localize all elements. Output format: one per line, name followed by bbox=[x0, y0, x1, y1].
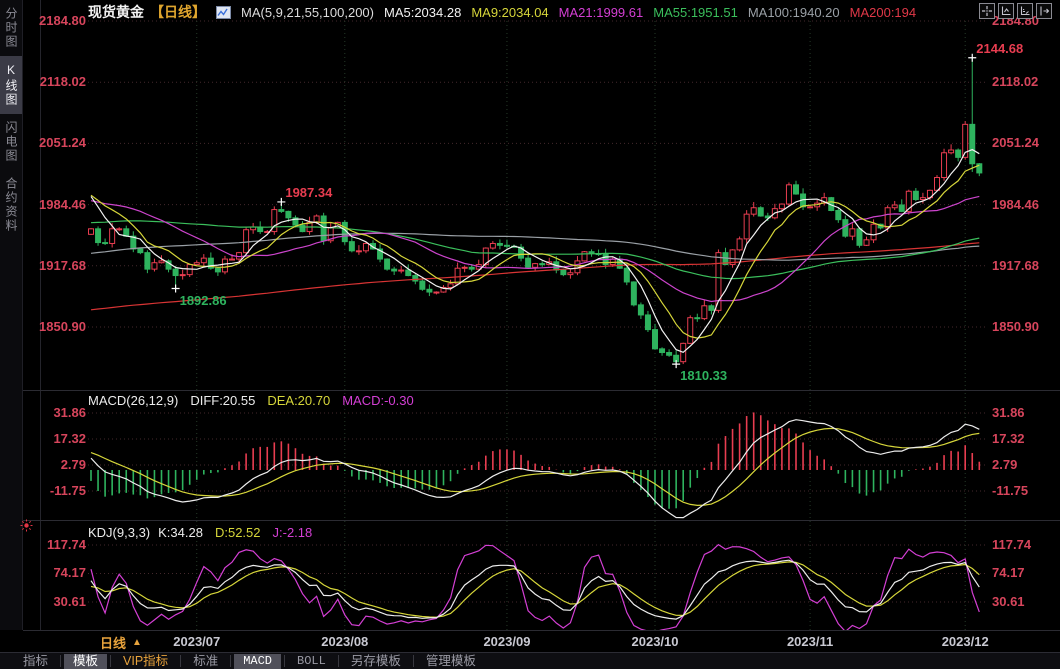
macd-tick-left: 2.79 bbox=[30, 458, 86, 472]
tab-template[interactable]: 模板 bbox=[64, 654, 107, 669]
ma5-value: MA5:2034.28 bbox=[384, 5, 461, 20]
tab-divider bbox=[413, 655, 414, 667]
sidebar-item-kline-chart[interactable]: K线图 bbox=[0, 56, 22, 114]
sidebar-item-time-chart[interactable]: 分时图 bbox=[0, 0, 22, 56]
indicator-tab-bar: 指标 模板 VIP指标 标准 MACD BOLL 另存模板 管理模板 bbox=[0, 652, 1060, 669]
chart-toolbar bbox=[979, 3, 1052, 19]
x-axis-month-label: 2023/12 bbox=[942, 634, 989, 649]
macd-dea-value: DEA:20.70 bbox=[267, 393, 330, 408]
tab-macd[interactable]: MACD bbox=[234, 654, 281, 669]
price-tick-left: 2118.02 bbox=[30, 75, 86, 89]
kdj-k-value: K:34.28 bbox=[158, 525, 203, 540]
tab-indicator[interactable]: 指标 bbox=[14, 654, 57, 669]
price-tick-left: 2051.24 bbox=[30, 136, 86, 150]
price-annotation: 1892.86 bbox=[180, 293, 227, 308]
tab-divider bbox=[110, 655, 111, 667]
price-tick-right: 2118.02 bbox=[992, 75, 1054, 89]
ma21-value: MA21:1999.61 bbox=[559, 5, 644, 20]
indicator-alert-icon[interactable] bbox=[20, 519, 33, 537]
tab-divider bbox=[284, 655, 285, 667]
price-tick-left: 2184.80 bbox=[30, 14, 86, 28]
tab-boll[interactable]: BOLL bbox=[288, 654, 335, 669]
symbol-name: 现货黄金 bbox=[88, 2, 144, 22]
x-axis-month-label: 2023/11 bbox=[787, 634, 833, 649]
price-tick-right: 1984.46 bbox=[992, 198, 1054, 212]
macd-panel-header: MACD(26,12,9) DIFF:20.55 DEA:20.70 MACD:… bbox=[88, 393, 414, 408]
kdj-tick-right: 30.61 bbox=[992, 595, 1054, 609]
macd-tick-left: -11.75 bbox=[30, 484, 86, 498]
chart-canvas[interactable] bbox=[0, 0, 1060, 669]
crosshair-tool-icon[interactable] bbox=[979, 3, 995, 19]
price-tick-left: 1850.90 bbox=[30, 320, 86, 334]
pan-right-tool-icon[interactable] bbox=[1036, 3, 1052, 19]
period-selector-button[interactable]: 日线 ▲ bbox=[100, 633, 142, 652]
tab-divider bbox=[338, 655, 339, 667]
kdj-d-value: D:52.52 bbox=[215, 525, 261, 540]
axis-gutter-divider bbox=[40, 0, 41, 630]
macd-tick-left: 31.86 bbox=[30, 406, 86, 420]
ma100-value: MA100:1940.20 bbox=[748, 5, 840, 20]
macd-tick-right: 17.32 bbox=[992, 432, 1054, 446]
tab-standard[interactable]: 标准 bbox=[184, 654, 227, 669]
chart-legend: 现货黄金 【日线】 MA(5,9,21,55,100,200) MA5:2034… bbox=[88, 4, 916, 20]
kdj-panel-header: KDJ(9,3,3) K:34.28 D:52.52 J:-2.18 bbox=[88, 525, 312, 540]
price-annotation: 2144.68 bbox=[976, 41, 1023, 56]
price-tick-left: 1917.68 bbox=[30, 259, 86, 273]
kdj-tick-left: 30.61 bbox=[30, 595, 86, 609]
macd-tick-left: 17.32 bbox=[30, 432, 86, 446]
macd-tick-right: 31.86 bbox=[992, 406, 1054, 420]
x-axis-month-label: 2023/07 bbox=[173, 634, 220, 649]
tab-divider bbox=[180, 655, 181, 667]
kdj-tick-right: 117.74 bbox=[992, 538, 1054, 552]
x-axis-month-label: 2023/09 bbox=[483, 634, 530, 649]
period-selector-label: 日线 bbox=[100, 633, 126, 652]
tab-manage-template[interactable]: 管理模板 bbox=[417, 654, 485, 669]
indicator-window-tool-icon[interactable] bbox=[1017, 3, 1033, 19]
price-tick-right: 1917.68 bbox=[992, 259, 1054, 273]
macd-diff-value: DIFF:20.55 bbox=[190, 393, 255, 408]
macd-params: MACD(26,12,9) bbox=[88, 393, 178, 408]
panel-divider bbox=[23, 630, 1060, 631]
kdj-j-value: J:-2.18 bbox=[273, 525, 313, 540]
price-tick-right: 2051.24 bbox=[992, 136, 1054, 150]
macd-tick-right: -11.75 bbox=[992, 484, 1054, 498]
macd-tick-right: 2.79 bbox=[992, 458, 1054, 472]
kdj-tick-left: 74.17 bbox=[30, 566, 86, 580]
kline-app-window: 分时图 K线图 闪电图 合约资料 现货黄金 【日线】 MA(5,9,21,55,… bbox=[0, 0, 1060, 669]
period-tag: 【日线】 bbox=[150, 2, 206, 22]
axis-scale-tool-icon[interactable] bbox=[998, 3, 1014, 19]
kdj-tick-left: 117.74 bbox=[30, 538, 86, 552]
price-annotation: 1987.34 bbox=[285, 185, 332, 200]
sidebar-item-contract-info[interactable]: 合约资料 bbox=[0, 170, 22, 240]
x-axis-month-label: 2023/10 bbox=[632, 634, 679, 649]
x-axis-month-label: 2023/08 bbox=[321, 634, 368, 649]
tab-save-template[interactable]: 另存模板 bbox=[342, 654, 410, 669]
tab-divider bbox=[60, 655, 61, 667]
kdj-params: KDJ(9,3,3) bbox=[88, 525, 150, 540]
panel-divider bbox=[23, 520, 1060, 521]
price-annotation: 1810.33 bbox=[680, 368, 727, 383]
triangle-up-icon: ▲ bbox=[132, 637, 142, 648]
indicator-settings-icon[interactable] bbox=[216, 6, 231, 19]
ma9-value: MA9:2034.04 bbox=[471, 5, 548, 20]
sidebar-item-lightning-chart[interactable]: 闪电图 bbox=[0, 114, 22, 170]
tab-divider bbox=[230, 655, 231, 667]
tab-vip-indicator[interactable]: VIP指标 bbox=[114, 654, 177, 669]
ma55-value: MA55:1951.51 bbox=[653, 5, 738, 20]
panel-divider bbox=[23, 390, 1060, 391]
ma200-value: MA200:194 bbox=[850, 5, 917, 20]
price-tick-left: 1984.46 bbox=[30, 198, 86, 212]
ma-settings-label: MA(5,9,21,55,100,200) bbox=[241, 5, 374, 20]
price-tick-right: 1850.90 bbox=[992, 320, 1054, 334]
kdj-tick-right: 74.17 bbox=[992, 566, 1054, 580]
macd-macd-value: MACD:-0.30 bbox=[342, 393, 414, 408]
